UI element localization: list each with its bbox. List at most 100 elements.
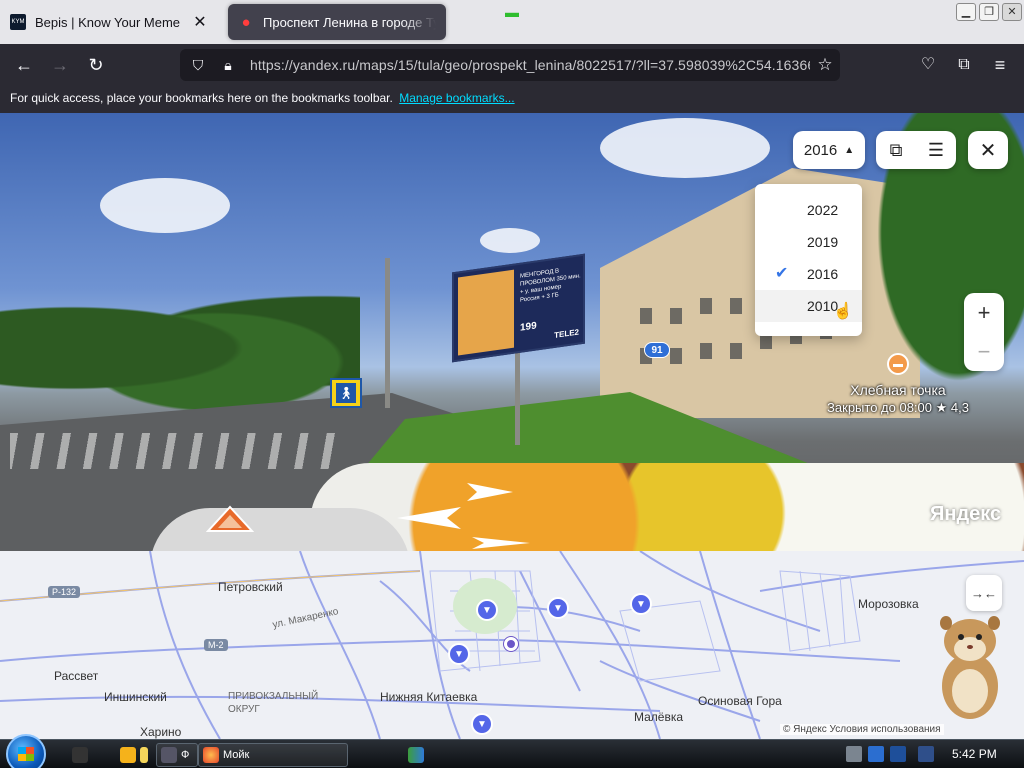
know-your-meme-favicon-icon: KYM <box>10 14 26 30</box>
checkmark-icon: ✔ <box>775 265 789 282</box>
media-player-icon <box>120 747 136 763</box>
frog-decoration-icon: ▬ <box>505 4 519 20</box>
bookmark-star-icon[interactable]: ☆ <box>810 55 840 75</box>
utility-pole <box>385 258 390 408</box>
collapse-arrows-icon: →← <box>971 585 997 601</box>
navigate-back-arrow-icon[interactable] <box>470 535 532 551</box>
billboard-text: МЕНГОРОД В ПРОВОЛОМ 350 мин. + у. ваш но… <box>520 268 581 304</box>
bookmarks-hint: For quick access, place your bookmarks h… <box>10 91 393 105</box>
map-pin-icon[interactable]: ▼ <box>476 599 498 621</box>
taskbar-item-firefox[interactable]: Мойк <box>198 743 348 767</box>
windows-logo-icon <box>18 747 34 761</box>
collapse-map-button[interactable]: →← <box>966 575 1002 611</box>
street-panorama[interactable]: МЕНГОРОД В ПРОВОЛОМ 350 мин. + у. ваш но… <box>0 113 1024 551</box>
back-icon[interactable]: ← <box>10 51 38 79</box>
clock[interactable]: 5:42 PM <box>952 747 997 761</box>
year-label: 2016 <box>807 266 839 282</box>
map-label: Петровский <box>218 580 283 594</box>
map-pin-favicon-icon: ● <box>241 13 251 31</box>
zoom-in-icon[interactable]: + <box>964 293 1004 332</box>
taskbar-quicklaunch[interactable] <box>68 743 94 767</box>
car-hood <box>150 508 410 551</box>
trees <box>0 278 360 418</box>
tray-app-icon[interactable] <box>846 746 862 762</box>
billboard-price: 199 <box>520 320 537 334</box>
close-tab-icon[interactable]: ✕ <box>190 12 210 32</box>
cloud <box>100 178 230 233</box>
menu-icon[interactable]: ≡ <box>986 51 1014 79</box>
zoom-control: + − <box>964 293 1004 371</box>
cloud <box>480 228 540 253</box>
zoom-out-icon[interactable]: − <box>964 332 1004 371</box>
restore-icon[interactable]: ❐ <box>979 3 999 21</box>
taskbar: Ф Мойк 5:42 PM <box>0 734 1024 768</box>
poi-info: Закрыто до 08:00 ★ 4,3 <box>827 400 969 415</box>
url-bar[interactable]: ⛉ 🔒︎ https://yandex.ru/maps/15/tula/geo/… <box>180 49 840 81</box>
map-label: Нижняя Китаевка <box>380 690 478 704</box>
map-district-label: ПРИВОКЗАЛЬНЫЙ ОКРУГ <box>228 691 319 715</box>
folder-icon <box>140 747 148 763</box>
open-external-icon[interactable]: ⧉ <box>876 140 916 161</box>
app-icon <box>161 747 177 763</box>
year-dropdown-menu: 2022 2019 ✔ 2016 2010 ☝ <box>755 184 862 336</box>
hand-cursor-icon: ☝ <box>833 303 853 320</box>
start-button[interactable] <box>6 734 46 768</box>
tab-title: Bepis | Know Your Meme <box>35 14 181 30</box>
map-pin-icon[interactable]: ▼ <box>448 643 470 665</box>
city-map[interactable]: Р-132 М-2 Петровский Морозовка Рассвет И… <box>0 551 1024 739</box>
taskbar-item-label: Ф <box>181 749 190 761</box>
hamburger-menu-icon[interactable]: ☰ <box>916 140 956 161</box>
shield-icon[interactable]: ⛉ <box>186 57 210 74</box>
yandex-watermark: Яндекс <box>930 503 1002 525</box>
year-option-2016[interactable]: ✔ 2016 <box>755 258 862 290</box>
close-panorama-button[interactable]: ✕ <box>968 131 1008 169</box>
shield-tray-icon[interactable] <box>868 746 884 762</box>
current-location-marker[interactable] <box>504 637 518 651</box>
manage-bookmarks-link[interactable]: Manage bookmarks... <box>399 91 514 105</box>
road-sign-r132: Р-132 <box>48 586 81 598</box>
navigate-left-arrow-icon[interactable] <box>395 505 463 531</box>
lock-icon[interactable]: 🔒︎ <box>216 57 240 74</box>
billboard-brand: TELE2 <box>554 327 579 340</box>
year-option-2019[interactable]: 2019 <box>755 226 862 258</box>
map-attribution[interactable]: © Яндекс Условия использования <box>780 724 944 735</box>
bakery-icon[interactable]: ▬ <box>887 353 909 375</box>
hamster-sticker-icon <box>940 616 1000 719</box>
network-icon[interactable] <box>890 746 906 762</box>
taskbar-item[interactable] <box>404 743 434 767</box>
year-option-2022[interactable]: 2022 <box>755 194 862 226</box>
crosswalk <box>10 433 340 469</box>
map-label: Осиновая Гора <box>698 694 782 708</box>
taskbar-quicklaunch[interactable] <box>116 743 156 767</box>
url-text[interactable]: https://yandex.ru/maps/15/tula/geo/prosp… <box>250 57 810 73</box>
close-icon: ✕ <box>979 139 997 162</box>
billboard-image <box>458 269 514 356</box>
year-option-2010[interactable]: 2010 ☝ <box>755 290 862 322</box>
taskbar-item[interactable]: Ф <box>156 743 198 767</box>
year-selector-button[interactable]: 2016 ▲ <box>793 131 865 169</box>
volume-icon[interactable] <box>918 746 934 762</box>
forward-icon: → <box>51 55 69 75</box>
tab-yandex-maps[interactable]: ● Проспект Ленина в городе Ту <box>228 4 446 40</box>
minimize-icon[interactable]: ▁ <box>956 3 976 21</box>
current-year: 2016 <box>803 141 838 159</box>
map-pin-icon[interactable]: ▼ <box>630 593 652 615</box>
navigation-bar: ← → ↻ ⛉ 🔒︎ https://yandex.ru/maps/15/tul… <box>0 44 1024 86</box>
map-pin-icon[interactable]: ▼ <box>471 713 493 735</box>
show-desktop-icon <box>72 747 88 763</box>
extensions-icon[interactable]: ⧉ <box>950 51 978 79</box>
tab-know-your-meme[interactable]: KYM Bepis | Know Your Meme ✕ <box>0 4 220 40</box>
taskbar-item-label: Мойк <box>223 749 250 761</box>
billboard: МЕНГОРОД В ПРОВОЛОМ 350 мин. + у. ваш но… <box>452 253 585 363</box>
close-window-icon[interactable]: ✕ <box>1002 3 1022 21</box>
map-pin-icon[interactable]: ▼ <box>547 597 569 619</box>
poi-marker[interactable]: ▬ Хлебная точка Закрыто до 08:00 ★ 4,3 <box>818 353 978 417</box>
pocket-icon[interactable]: ♡ <box>914 51 942 79</box>
navigate-forward-arrow-icon[interactable] <box>465 481 515 503</box>
excel-icon <box>408 747 424 763</box>
cloud <box>600 118 770 178</box>
caret-up-icon: ▲ <box>844 144 855 156</box>
tab-title: Проспект Ленина в городе Ту <box>263 14 436 30</box>
reload-icon[interactable]: ↻ <box>82 51 110 79</box>
poi-name: Хлебная точка <box>850 382 946 398</box>
